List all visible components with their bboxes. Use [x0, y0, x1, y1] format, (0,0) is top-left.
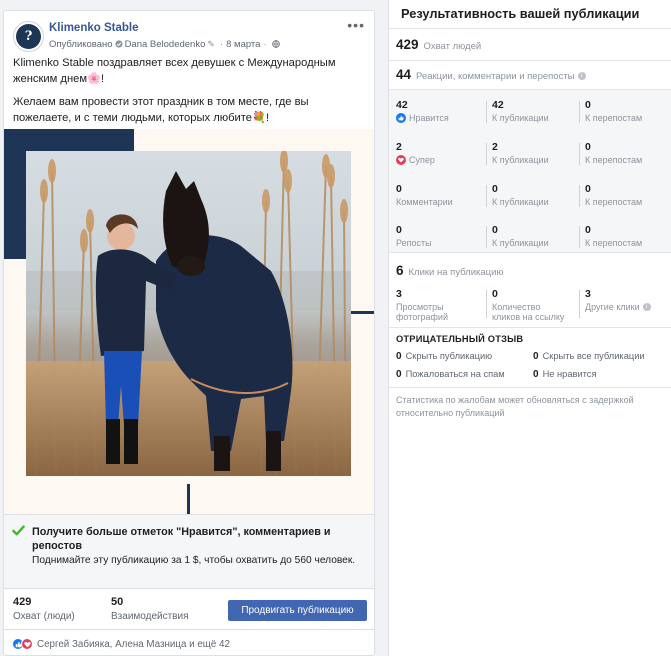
- comments-on-shares-cell: 0 К перепостам: [585, 183, 643, 207]
- complaints-note: Статистика по жалобам может обновляться …: [396, 395, 634, 418]
- love-reaction-icon: [21, 638, 33, 650]
- love-on-post-cell: 2 К публикации: [492, 141, 549, 165]
- comments-cell: 0 Комментарии: [396, 183, 453, 207]
- shares-on-shares-cell: 0 К перепостам: [585, 224, 643, 248]
- shares-on-post-cell: 0 К публикации: [492, 224, 549, 248]
- info-icon[interactable]: i: [577, 72, 586, 81]
- post-image[interactable]: [4, 129, 374, 514]
- frame-decoration-line: [187, 484, 190, 514]
- likes-on-post-cell: 42 К публикации: [492, 99, 549, 123]
- post-header: ? Klimenko Stable Опубликовано Dana Belo…: [4, 11, 374, 56]
- love-on-shares-cell: 0 К перепостам: [585, 141, 643, 165]
- engagement-label: Взаимодействия: [111, 611, 189, 622]
- reach-stat: 429 Охват (люди): [13, 596, 75, 622]
- post-text-paragraph-1: Klimenko Stable поздравляет всех девушек…: [13, 57, 336, 85]
- post-card: ? Klimenko Stable Опубликовано Dana Belo…: [3, 10, 375, 656]
- checkmark-icon: [12, 524, 25, 537]
- report-spam-stat: 0 Пожаловаться на спам: [396, 369, 505, 380]
- likes-cell: 42 Нравится: [396, 99, 449, 123]
- hide-all-posts-stat: 0 Скрыть все публикации: [533, 351, 645, 362]
- reach-section: 429 Охват людей: [389, 28, 671, 60]
- post-date[interactable]: 8 марта: [226, 39, 260, 50]
- horse-photo: [26, 151, 351, 476]
- unlike-stat: 0 Не нравится: [533, 369, 597, 380]
- love-icon: [396, 155, 406, 165]
- page-name-link[interactable]: Klimenko Stable: [49, 22, 138, 34]
- likes-on-shares-cell: 0 К перепостам: [585, 99, 643, 123]
- avatar-logo: ?: [16, 24, 41, 49]
- reactions-breakdown: 42 Нравится 42 К публикации 0 К перепост…: [389, 89, 671, 253]
- engagement-stat: 50 Взаимодействия: [111, 596, 189, 622]
- promo-subtitle: Поднимайте эту публикацию за 1 $, чтобы …: [32, 555, 356, 566]
- reactions-section: 44 Реакции, комментарии и перепосты i: [389, 60, 671, 90]
- clicks-total-value: 6: [396, 263, 404, 278]
- clicks-total-label: Клики на публикацию: [408, 267, 504, 278]
- post-author[interactable]: Dana Belodedenko: [125, 39, 206, 50]
- post-text: Klimenko Stable поздравляет всех девушек…: [4, 56, 374, 126]
- like-icon: [396, 113, 406, 123]
- hide-post-stat: 0 Скрыть публикацию: [396, 351, 493, 362]
- page-avatar[interactable]: ?: [13, 21, 44, 52]
- reactions-total-label: Реакции, комментарии и перепосты i: [416, 71, 586, 82]
- panel-title: Результативность вашей публикации: [401, 6, 640, 21]
- edit-icon: ✎: [207, 39, 215, 49]
- more-options-icon[interactable]: •••: [347, 17, 365, 33]
- comments-on-post-cell: 0 К публикации: [492, 183, 549, 207]
- published-label: Опубликовано: [49, 39, 113, 50]
- reach-value: 429: [13, 596, 32, 608]
- people-reached-label: Охват людей: [423, 41, 482, 52]
- reactions-total-value: 44: [396, 67, 412, 82]
- post-text-paragraph-2: Желаем вам провести этот праздник в том …: [13, 96, 309, 124]
- promo-title: Получите больше отметок "Нравится", комм…: [32, 526, 331, 552]
- insights-panel: Результативность вашей публикации 429 Ох…: [388, 0, 671, 656]
- boost-post-button[interactable]: Продвигать публикацию: [228, 600, 367, 621]
- love-cell: 2 Супер: [396, 141, 435, 165]
- people-reached-value: 429: [396, 37, 419, 52]
- reach-label: Охват (люди): [13, 611, 75, 622]
- link-clicks-cell: 0 Количество кликов на ссылку: [492, 288, 565, 322]
- reactions-summary[interactable]: Сергей Забияка, Алена Мазница и ещё 42: [12, 638, 230, 650]
- engagement-value: 50: [111, 596, 124, 608]
- shares-cell: 0 Репосты: [396, 224, 432, 248]
- verified-icon: [114, 39, 123, 50]
- negative-feedback-title: ОТРИЦАТЕЛЬНЫЙ ОТЗЫВ: [396, 334, 524, 344]
- frame-decoration-line: [351, 311, 374, 314]
- photo-views-cell: 3 Просмотры фотографий: [396, 288, 448, 322]
- other-clicks-cell: 3 Другие клики i: [585, 288, 651, 312]
- post-stats: 429 Охват (люди) 50 Взаимодействия Продв…: [4, 588, 374, 630]
- boost-promo: Получите больше отметок "Нравится", комм…: [4, 514, 374, 588]
- post-meta: Опубликовано Dana Belodedenko ✎ · 8 март…: [49, 39, 282, 50]
- clicks-section: 6 Клики на публикацию 3 Просмотры фотогр…: [389, 253, 671, 327]
- info-icon[interactable]: i: [642, 303, 651, 311]
- globe-icon[interactable]: [271, 39, 280, 50]
- reactions-names: Сергей Забияка, Алена Мазница и ещё 42: [37, 638, 230, 650]
